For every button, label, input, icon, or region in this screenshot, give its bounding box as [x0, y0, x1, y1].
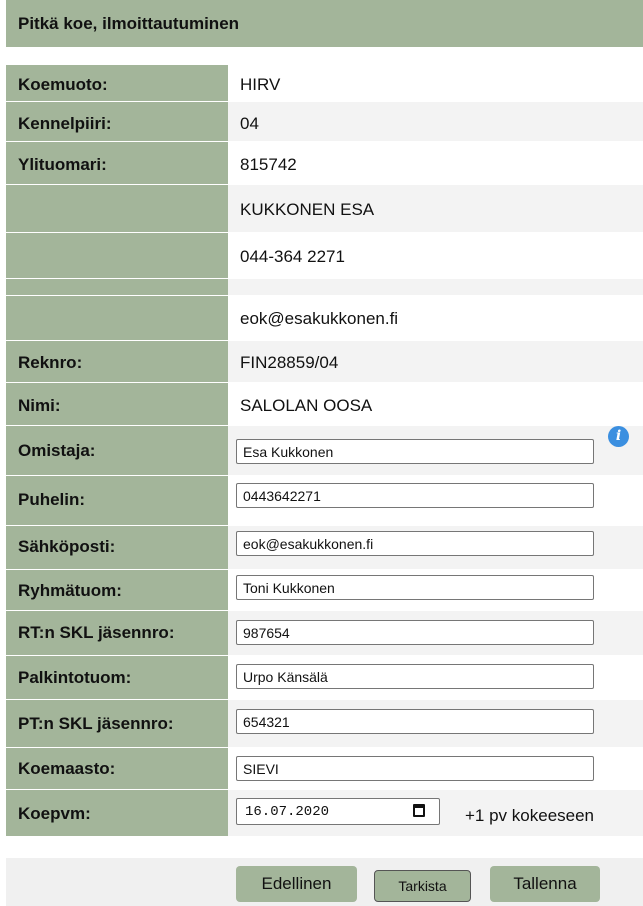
value-text: FIN28859/04 — [240, 353, 339, 372]
row-label-sahkoposti: Sähköposti: — [6, 526, 228, 570]
label-text: Koepvm: — [18, 804, 91, 823]
email-input[interactable] — [236, 531, 594, 556]
row-label-ylituomari: Ylituomari: — [6, 142, 228, 185]
value-text: eok@esakukkonen.fi — [240, 309, 399, 328]
row-label-blank-3 — [6, 279, 228, 296]
row-label-blank-1 — [6, 185, 228, 233]
calendar-icon[interactable] — [413, 804, 425, 817]
row-label-rt-skl: RT:n SKL jäsennro: — [6, 611, 228, 656]
row-label-blank-4 — [6, 296, 228, 341]
terrain-input[interactable] — [236, 756, 594, 781]
value-text: 815742 — [240, 155, 297, 174]
row-label-nimi: Nimi: — [6, 383, 228, 426]
row-label-ryhmatuom: Ryhmätuom: — [6, 570, 228, 611]
save-button[interactable]: Tallenna — [490, 866, 600, 902]
pt-member-number-input[interactable] — [236, 709, 594, 734]
row-label-blank-2 — [6, 233, 228, 279]
value-text: 04 — [240, 114, 259, 133]
date-input[interactable]: 16.07.2020 — [236, 798, 440, 825]
row-value-blank — [228, 279, 643, 296]
date-value: 16.07.2020 — [245, 804, 330, 820]
row-value-kennelpiiri: 04 — [228, 102, 643, 142]
row-value-judge-phone: 044-364 2271 — [228, 233, 643, 279]
label-text: Omistaja: — [18, 441, 96, 460]
row-label-puhelin: Puhelin: — [6, 476, 228, 526]
phone-input[interactable] — [236, 483, 594, 508]
label-text: Nimi: — [18, 396, 61, 415]
previous-button[interactable]: Edellinen — [236, 866, 357, 902]
header-spacer — [6, 47, 643, 65]
label-text: Kennelpiiri: — [18, 114, 112, 133]
row-label-koemaasto: Koemaasto: — [6, 748, 228, 790]
label-text: Koemaasto: — [18, 759, 116, 778]
rt-member-number-input[interactable] — [236, 620, 594, 645]
row-label-reknro: Reknro: — [6, 341, 228, 383]
prize-judge-input[interactable] — [236, 664, 594, 689]
label-text: Sähköposti: — [18, 537, 116, 556]
value-text: SALOLAN OOSA — [240, 396, 373, 415]
value-text: 044-364 2271 — [240, 247, 345, 266]
info-icon[interactable]: i — [608, 426, 629, 447]
check-button[interactable]: Tarkista — [374, 870, 471, 902]
row-value-koemuoto: HIRV — [228, 65, 643, 102]
row-label-omistaja: Omistaja: — [6, 426, 228, 476]
days-note: +1 pv kokeeseen — [465, 806, 595, 825]
row-value-judge-name: KUKKONEN ESA — [228, 185, 643, 233]
row-value-nimi: SALOLAN OOSA — [228, 383, 643, 426]
row-label-palkintotuom: Palkintotuom: — [6, 656, 228, 700]
page-title: Pitkä koe, ilmoittautuminen — [18, 14, 240, 33]
label-text: Reknro: — [18, 353, 83, 372]
label-text: Ryhmätuom: — [18, 581, 122, 600]
label-text: Puhelin: — [18, 490, 86, 509]
label-text: Koemuoto: — [18, 75, 108, 94]
owner-input[interactable] — [236, 439, 594, 464]
row-label-pt-skl: PT:n SKL jäsennro: — [6, 700, 228, 748]
group-judge-input[interactable] — [236, 575, 594, 600]
label-text: PT:n SKL jäsennro: — [18, 714, 174, 733]
label-text: RT:n SKL jäsennro: — [18, 623, 175, 642]
row-label-koemuoto: Koemuoto: — [6, 65, 228, 102]
value-text: KUKKONEN ESA — [240, 200, 375, 219]
value-text: HIRV — [240, 75, 281, 94]
label-text: Palkintotuom: — [18, 668, 132, 687]
row-value-judge-email: eok@esakukkonen.fi — [228, 296, 643, 341]
row-label-kennelpiiri: Kennelpiiri: — [6, 102, 228, 142]
row-value-ylituomari: 815742 — [228, 142, 643, 185]
label-text: Ylituomari: — [18, 155, 107, 174]
row-label-koepvm: Koepvm: — [6, 790, 228, 837]
page-header: Pitkä koe, ilmoittautuminen — [6, 0, 643, 47]
row-value-reknro: FIN28859/04 — [228, 341, 643, 383]
